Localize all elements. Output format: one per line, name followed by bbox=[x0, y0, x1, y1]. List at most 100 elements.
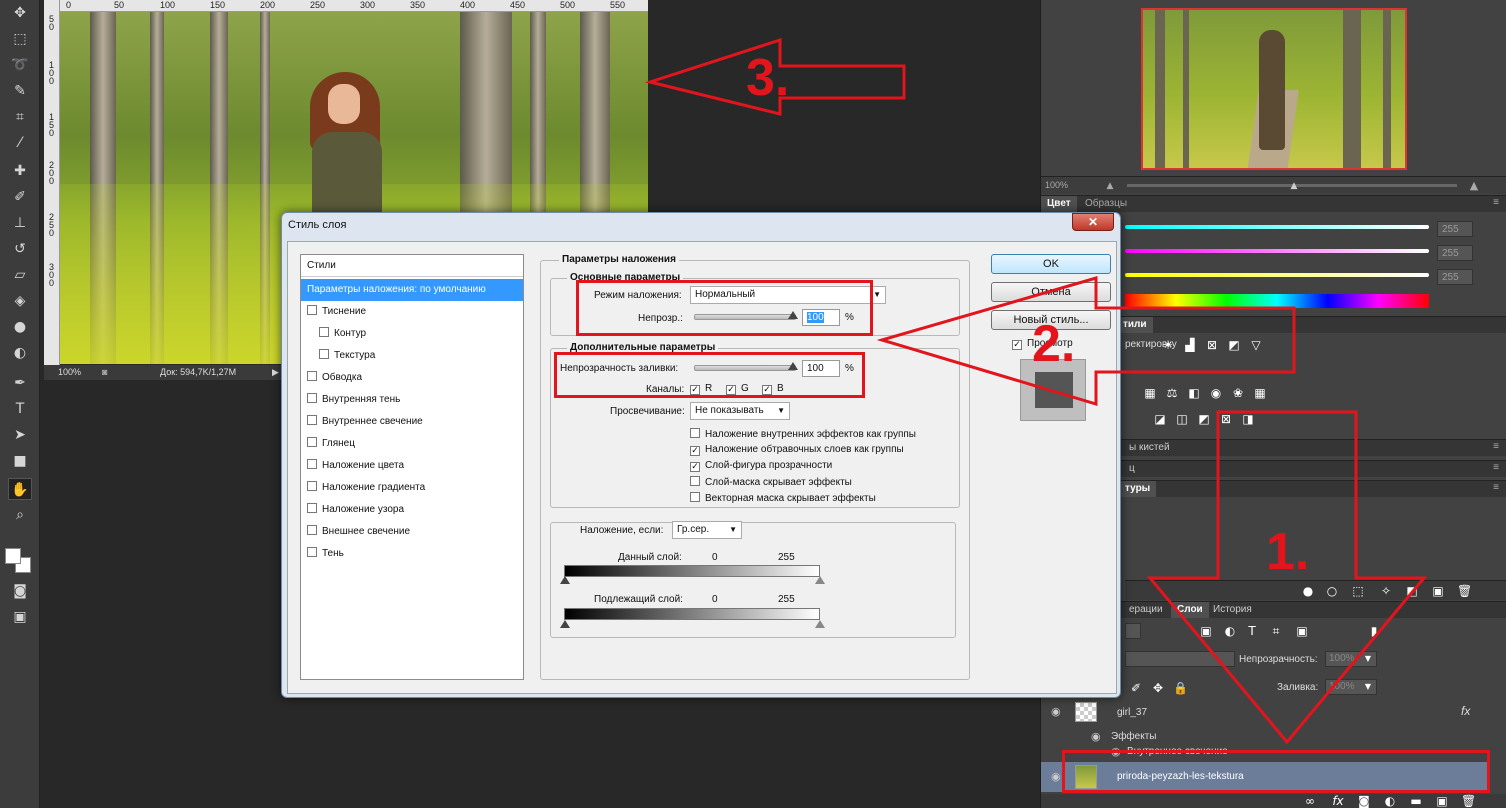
cyan-slider[interactable] bbox=[1125, 225, 1429, 229]
lock-position-icon[interactable]: ✥ bbox=[1151, 681, 1165, 695]
healing-brush-tool-icon[interactable]: ✚ bbox=[8, 160, 32, 182]
paint-bucket-tool-icon[interactable]: ◈ bbox=[8, 290, 32, 312]
tab-actions[interactable]: ерации bbox=[1123, 602, 1169, 618]
filter-smart-icon[interactable]: ▣ bbox=[1295, 624, 1309, 638]
visibility-eye-icon[interactable]: ◉ bbox=[1051, 705, 1061, 718]
selective-color-icon[interactable]: ◨ bbox=[1241, 412, 1255, 426]
checkbox[interactable] bbox=[690, 492, 700, 502]
zoom-level[interactable]: 100% bbox=[58, 365, 81, 380]
yellow-value[interactable]: 255 bbox=[1437, 269, 1473, 285]
fill-opacity-slider[interactable] bbox=[694, 365, 796, 371]
close-button[interactable]: ✕ bbox=[1072, 213, 1114, 231]
delete-layer-icon[interactable]: 🗑 bbox=[1461, 794, 1476, 808]
zoom-in-icon[interactable]: ▲ bbox=[1467, 179, 1481, 193]
channel-g[interactable]: ✓ G bbox=[726, 383, 749, 395]
yellow-slider[interactable] bbox=[1125, 273, 1429, 277]
checkbox[interactable] bbox=[319, 327, 329, 337]
new-adjustment-icon[interactable]: ◐ bbox=[1383, 794, 1397, 808]
style-item-pattern-overlay[interactable]: Наложение узора bbox=[301, 499, 523, 521]
opacity-slider[interactable] bbox=[694, 314, 796, 320]
hand-tool-icon[interactable]: ✋ bbox=[8, 478, 32, 500]
filter-shape-icon[interactable]: ⌗ bbox=[1269, 624, 1283, 638]
panel-menu-icon[interactable]: ≡ bbox=[1493, 197, 1499, 208]
blur-tool-icon[interactable]: ● bbox=[8, 316, 32, 338]
brightness-icon[interactable]: ☀ bbox=[1161, 338, 1175, 352]
zoom-out-icon[interactable]: ▲ bbox=[1103, 179, 1117, 193]
checkbox[interactable] bbox=[690, 476, 700, 486]
status-arrow-icon[interactable]: ◙ bbox=[102, 365, 107, 380]
navigator-zoom-value[interactable]: 100% bbox=[1045, 180, 1068, 190]
stroke-path-icon[interactable]: ○ bbox=[1325, 584, 1339, 598]
option-blend-interior[interactable]: Наложение внутренних эффектов как группы bbox=[690, 428, 916, 440]
lock-pixels-icon[interactable]: ✐ bbox=[1129, 681, 1143, 695]
color-lookup-icon[interactable]: ▦ bbox=[1253, 386, 1267, 400]
cyan-value[interactable]: 255 bbox=[1437, 221, 1473, 237]
checkbox-checked[interactable]: ✓ bbox=[726, 385, 736, 395]
style-item-contour[interactable]: Контур bbox=[301, 323, 523, 345]
blend-mode-select[interactable] bbox=[1125, 651, 1235, 667]
style-item-texture[interactable]: Текстура bbox=[301, 345, 523, 367]
checkbox[interactable] bbox=[307, 547, 317, 557]
invert-icon[interactable]: ◪ bbox=[1153, 412, 1167, 426]
checkbox[interactable] bbox=[307, 503, 317, 513]
checkbox[interactable] bbox=[307, 371, 317, 381]
chevron-down-icon[interactable]: ▼ bbox=[1361, 680, 1375, 694]
tab-brush-presets[interactable]: ы кистей bbox=[1123, 440, 1176, 456]
checkbox[interactable] bbox=[307, 393, 317, 403]
marquee-tool-icon[interactable]: ⬚ bbox=[8, 28, 32, 50]
make-work-path-icon[interactable]: ✧ bbox=[1379, 584, 1393, 598]
new-style-button[interactable]: Новый стиль... bbox=[991, 310, 1111, 330]
checkbox[interactable] bbox=[307, 481, 317, 491]
tab-character[interactable]: ц bbox=[1123, 461, 1141, 477]
checkbox-checked[interactable]: ✓ bbox=[690, 462, 700, 472]
style-item-gradient-overlay[interactable]: Наложение градиента bbox=[301, 477, 523, 499]
magenta-slider[interactable] bbox=[1125, 249, 1429, 253]
option-vector-mask-hides[interactable]: Векторная маска скрывает эффекты bbox=[690, 492, 876, 504]
tab-layers[interactable]: Слои bbox=[1171, 602, 1209, 618]
chevron-down-icon[interactable]: ▼ bbox=[1361, 652, 1375, 666]
opacity-slider-thumb[interactable] bbox=[788, 311, 798, 319]
photo-filter-icon[interactable]: ◉ bbox=[1209, 386, 1223, 400]
channel-b[interactable]: ✓ B bbox=[762, 383, 784, 395]
exposure-icon[interactable]: ◩ bbox=[1227, 338, 1241, 352]
dodge-tool-icon[interactable]: ◐ bbox=[8, 342, 32, 364]
move-tool-icon[interactable]: ✥ bbox=[8, 2, 32, 24]
eraser-tool-icon[interactable]: ▱ bbox=[8, 264, 32, 286]
style-item-blending-options[interactable]: Параметры наложения: по умолчанию bbox=[301, 279, 523, 301]
opacity-field[interactable]: 100 bbox=[802, 309, 840, 326]
visibility-eye-icon[interactable]: ◉ bbox=[1051, 770, 1061, 783]
ok-button[interactable]: OK bbox=[991, 254, 1111, 274]
panel-menu-icon[interactable]: ≡ bbox=[1493, 441, 1499, 452]
crop-tool-icon[interactable]: ⌗ bbox=[8, 106, 32, 128]
path-select-tool-icon[interactable]: ➤ bbox=[8, 424, 32, 446]
filter-type-icon[interactable]: T bbox=[1245, 624, 1259, 638]
add-mask-icon[interactable]: ◩ bbox=[1405, 584, 1419, 598]
checkbox[interactable] bbox=[307, 415, 317, 425]
lasso-tool-icon[interactable]: ➰ bbox=[8, 54, 32, 76]
levels-icon[interactable]: ▟ bbox=[1183, 338, 1197, 352]
styles-header[interactable]: Стили bbox=[301, 255, 523, 277]
tab-adjustments[interactable]: тили bbox=[1117, 317, 1153, 333]
magenta-value[interactable]: 255 bbox=[1437, 245, 1473, 261]
option-transparency-shapes[interactable]: ✓ Слой-фигура прозрачности bbox=[690, 460, 832, 472]
checkbox[interactable] bbox=[690, 428, 700, 438]
checkbox[interactable] bbox=[307, 459, 317, 469]
knockout-dropdown[interactable]: Не показывать ▼ bbox=[690, 402, 790, 420]
style-item-drop-shadow[interactable]: Тень bbox=[301, 543, 523, 565]
underlying-white-handle[interactable] bbox=[815, 620, 825, 628]
add-style-icon[interactable]: fx bbox=[1331, 794, 1345, 808]
style-item-color-overlay[interactable]: Наложение цвета bbox=[301, 455, 523, 477]
history-brush-tool-icon[interactable]: ↺ bbox=[8, 238, 32, 260]
style-item-inner-shadow[interactable]: Внутренняя тень bbox=[301, 389, 523, 411]
fill-opacity-field[interactable]: 100 bbox=[802, 360, 840, 377]
link-layers-icon[interactable]: ∞ bbox=[1303, 794, 1317, 808]
preview-checkbox[interactable]: ✓ Просмотр bbox=[1012, 338, 1073, 350]
new-path-icon[interactable]: ▣ bbox=[1431, 584, 1445, 598]
navigator-preview[interactable] bbox=[1141, 8, 1407, 170]
checkbox[interactable] bbox=[307, 437, 317, 447]
style-item-satin[interactable]: Глянец bbox=[301, 433, 523, 455]
fx-icon[interactable]: fx bbox=[1461, 704, 1470, 718]
checkbox-checked[interactable]: ✓ bbox=[690, 446, 700, 456]
quick-select-tool-icon[interactable]: ✎ bbox=[8, 80, 32, 102]
checkbox[interactable] bbox=[319, 349, 329, 359]
